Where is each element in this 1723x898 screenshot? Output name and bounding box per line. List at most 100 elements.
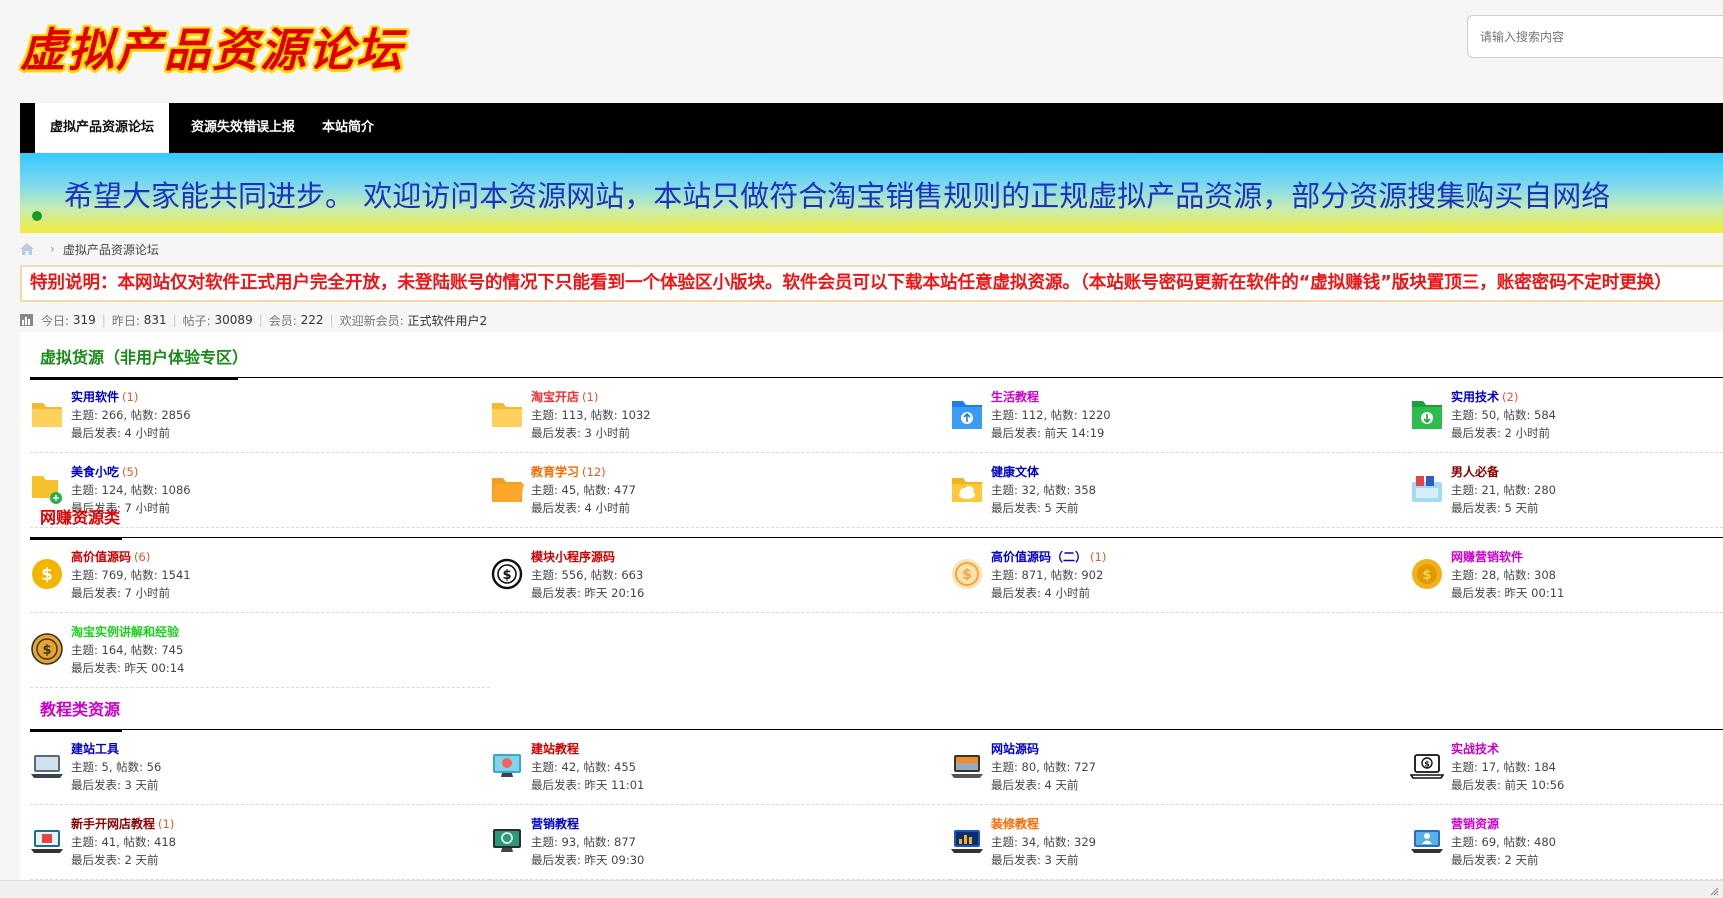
forum-link[interactable]: 网赚营销软件 — [1451, 550, 1523, 564]
forum-link[interactable]: 网站源码 — [991, 742, 1039, 756]
forum-link[interactable]: 营销资源 — [1451, 817, 1499, 831]
horizontal-scrollbar[interactable] — [0, 880, 1723, 898]
forum-link[interactable]: 实战技术 — [1451, 742, 1499, 756]
search-input[interactable] — [1467, 15, 1723, 58]
new-post-count: (1) — [1090, 550, 1107, 564]
forum-last-post[interactable]: 最后发表: 昨天 00:14 — [71, 659, 184, 677]
forum-link[interactable]: 新手开网店教程 — [71, 817, 155, 831]
forum-item: 营销资源主题: 69, 帖数: 480 最后发表: 2 天前 — [1410, 805, 1723, 880]
nav-item-forum-home[interactable]: 虚拟产品资源论坛 — [35, 103, 170, 153]
forum-topic-stats: 主题: 17, 帖数: 184 — [1451, 760, 1556, 774]
forum-last-post[interactable]: 最后发表: 4 天前 — [991, 776, 1096, 794]
breadcrumb-separator: › — [50, 242, 55, 256]
forum-link[interactable]: 高价值源码（二） — [991, 550, 1087, 564]
dollar-outline-icon[interactable]: $ — [490, 557, 531, 594]
dollar-coin-icon[interactable]: $ — [30, 557, 71, 594]
forum-last-post[interactable]: 最后发表: 3 小时前 — [531, 424, 651, 442]
forum-stats: 今日: 319 | 昨日: 831 | 帖子: 30089 | 会员: 222 … — [20, 312, 487, 328]
newest-member-link[interactable]: 正式软件用户2 — [407, 312, 487, 329]
section-header: 虚拟货源（非用户体验专区） — [30, 332, 1723, 380]
forum-link[interactable]: 实用软件 — [71, 390, 119, 404]
breadcrumb-current[interactable]: 虚拟产品资源论坛 — [63, 241, 159, 258]
dollar-badge-icon[interactable]: $ — [950, 557, 991, 594]
laptop-dollar-icon[interactable]: $ — [1409, 749, 1451, 786]
laptop-dark-icon[interactable] — [950, 749, 991, 786]
forum-item: 生活教程 主题: 112, 帖数: 1220 最后发表: 前天 14:19 — [950, 378, 1410, 453]
forum-last-post[interactable]: 最后发表: 3 天前 — [71, 776, 161, 794]
forum-topic-stats: 主题: 69, 帖数: 480 — [1451, 835, 1556, 849]
monitor-recycle-icon[interactable] — [490, 824, 531, 861]
forum-topic-stats: 主题: 34, 帖数: 329 — [991, 835, 1096, 849]
laptop-shop-icon[interactable] — [30, 824, 71, 861]
site-logo[interactable]: 虚拟产品资源论坛 — [20, 14, 404, 80]
forum-topic-stats: 主题: 769, 帖数: 1541 — [71, 568, 191, 582]
forum-last-post[interactable]: 最后发表: 昨天 00:11 — [1451, 584, 1564, 602]
nav-item-error-report[interactable]: 资源失效错误上报 — [191, 103, 295, 153]
forum-link[interactable]: 实用技术 — [1451, 390, 1499, 404]
yellow-folder-icon[interactable] — [490, 397, 531, 434]
laptop-icon[interactable] — [30, 749, 71, 786]
forum-link[interactable]: 营销教程 — [531, 817, 579, 831]
forum-link[interactable]: 淘宝实例讲解和经验 — [71, 625, 179, 639]
yellow-folder-icon[interactable] — [30, 397, 71, 434]
stat-yesterday-value: 831 — [143, 313, 167, 327]
section-title[interactable]: 教程类资源 — [40, 696, 120, 720]
forum-last-post[interactable]: 最后发表: 7 小时前 — [71, 584, 191, 602]
new-post-count: (1) — [582, 390, 599, 404]
forum-last-post[interactable]: 最后发表: 2 小时前 — [1451, 424, 1556, 442]
forum-item: $ 淘宝实例讲解和经验 主题: 164, 帖数: 745 最后发表: 昨天 00:14 — [30, 613, 490, 688]
laptop-user-icon[interactable] — [1410, 824, 1451, 861]
new-post-count: (5) — [122, 465, 139, 479]
nav-item-site-intro[interactable]: 本站简介 — [322, 103, 374, 153]
forum-link[interactable]: 高价值源码 — [71, 550, 131, 564]
forum-link[interactable]: 淘宝开店 — [531, 390, 579, 404]
forum-link[interactable]: 装修教程 — [991, 817, 1039, 831]
marquee-text: 希望大家能共同进步。 欢迎访问本资源网站，本站只做符合淘宝销售规则的正规虚拟产品… — [64, 179, 1611, 213]
forum-topic-stats: 主题: 871, 帖数: 902 — [991, 568, 1104, 582]
forum-link[interactable]: 建站工具 — [71, 742, 119, 756]
forum-topic-stats: 主题: 266, 帖数: 2856 — [71, 408, 191, 422]
section-title[interactable]: 网赚资源类 — [40, 504, 120, 528]
green-download-folder-icon[interactable] — [1410, 397, 1451, 434]
section-tutorial-resources: 教程类资源建站工具 主题: 5, 帖数: 56 最后发表: 3 天前 建站教程主题: … — [30, 684, 1723, 880]
forum-last-post[interactable]: 最后发表: 4 小时前 — [71, 424, 191, 442]
forum-link[interactable]: 健康文体 — [991, 465, 1039, 479]
new-post-count: (1) — [158, 817, 175, 831]
laptop-chart-icon[interactable] — [950, 824, 991, 861]
section-title[interactable]: 虚拟货源（非用户体验专区） — [40, 344, 248, 368]
forum-item: 营销教程 主题: 93, 帖数: 877 最后发表: 昨天 09:30 — [490, 805, 950, 880]
forum-last-post[interactable]: 最后发表: 前天 10:56 — [1451, 776, 1564, 794]
forum-item: $ 实战技术主题: 17, 帖数: 184 最后发表: 前天 10:56 — [1409, 730, 1723, 805]
forum-list: 虚拟货源（非用户体验专区） 实用软件 (1) 主题: 266, 帖数: 2856 最后发… — [20, 332, 1723, 880]
home-icon[interactable] — [20, 243, 34, 255]
resize-grip-icon[interactable] — [1709, 886, 1719, 896]
forum-last-post[interactable]: 最后发表: 2 天前 — [71, 851, 176, 869]
forum-item: 网站源码 主题: 80, 帖数: 727 最后发表: 4 天前 — [950, 730, 1410, 805]
svg-text:$: $ — [962, 567, 972, 583]
main-nav: 虚拟产品资源论坛 资源失效错误上报 本站简介 — [20, 103, 1723, 153]
forum-last-post[interactable]: 最后发表: 昨天 09:30 — [531, 851, 644, 869]
forum-item: 建站工具 主题: 5, 帖数: 56 最后发表: 3 天前 — [30, 730, 490, 805]
section-header: 网赚资源类 — [30, 492, 1723, 540]
dollar-coin-outline-icon[interactable]: $ — [30, 632, 71, 669]
forum-last-post[interactable]: 最后发表: 前天 14:19 — [991, 424, 1111, 442]
forum-last-post[interactable]: 最后发表: 2 天前 — [1451, 851, 1556, 869]
forum-last-post[interactable]: 最后发表: 4 小时前 — [991, 584, 1106, 602]
forum-link[interactable]: 教育学习 — [531, 465, 579, 479]
forum-item: $ 网赚营销软件主题: 28, 帖数: 308 最后发表: 昨天 00:11 — [1410, 538, 1723, 613]
forum-last-post[interactable]: 最后发表: 3 天前 — [991, 851, 1096, 869]
forum-link[interactable]: 美食小吃 — [71, 465, 119, 479]
stat-today-label: 今日: — [41, 313, 70, 328]
forum-link[interactable]: 建站教程 — [531, 742, 579, 756]
blue-upload-folder-icon[interactable] — [950, 397, 991, 434]
forum-last-post[interactable]: 最后发表: 昨天 11:01 — [531, 776, 644, 794]
monitor-icon[interactable] — [490, 749, 531, 786]
forum-topic-stats: 主题: 50, 帖数: 584 — [1451, 408, 1556, 422]
forum-link[interactable]: 生活教程 — [991, 390, 1039, 404]
gold-coin-icon[interactable]: $ — [1410, 557, 1451, 594]
forum-link[interactable]: 男人必备 — [1451, 465, 1499, 479]
stat-members-label: 会员: — [268, 313, 297, 328]
forum-link[interactable]: 模块小程序源码 — [531, 550, 615, 564]
forum-topic-stats: 主题: 28, 帖数: 308 — [1451, 568, 1556, 582]
forum-last-post[interactable]: 最后发表: 昨天 20:16 — [531, 584, 644, 602]
